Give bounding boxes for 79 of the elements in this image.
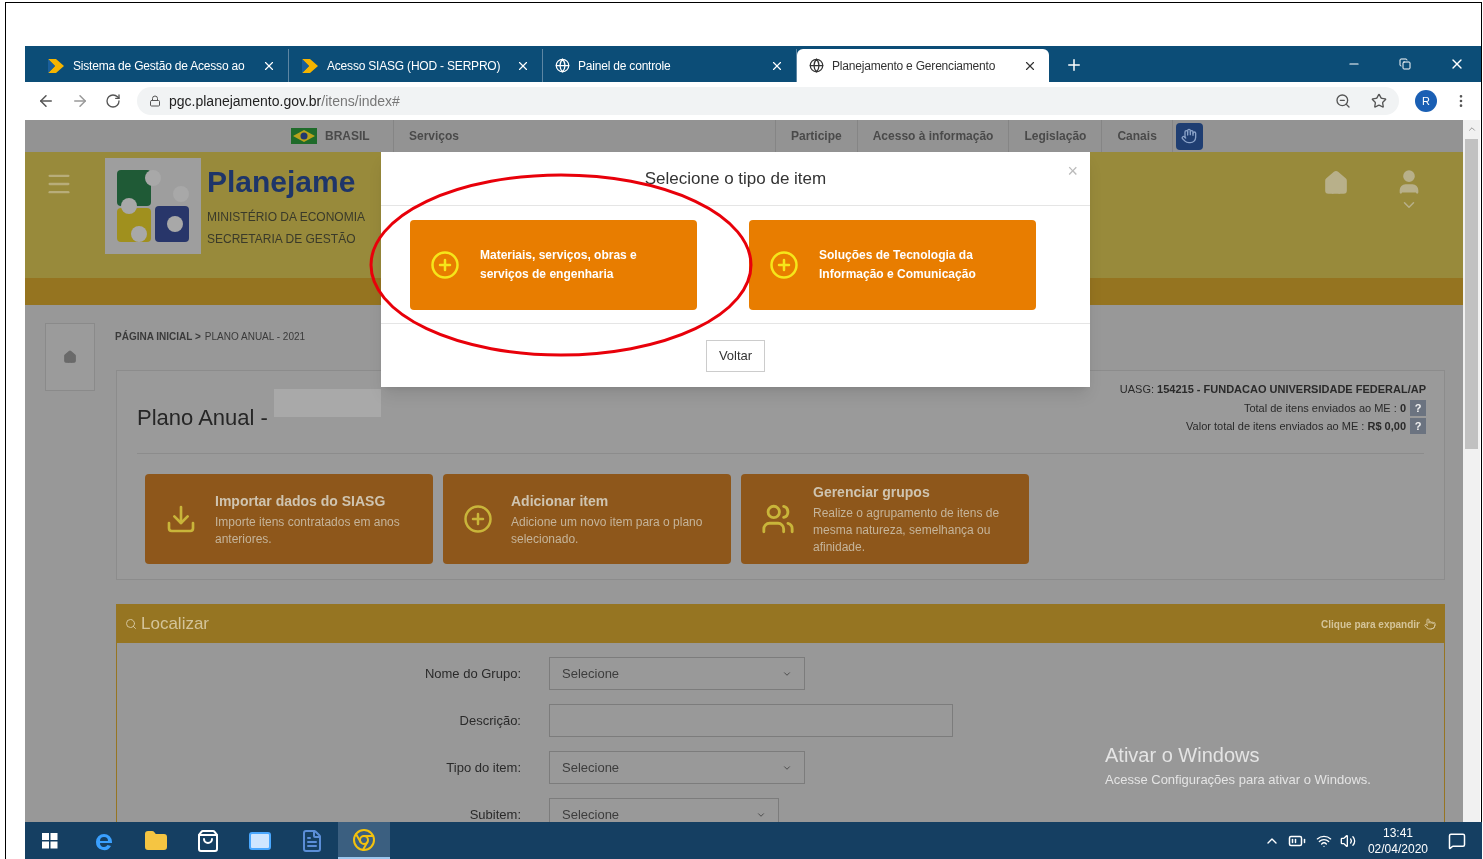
action-description: Adicione um novo item para o plano selecionado. xyxy=(511,513,704,548)
url-field[interactable]: pgc.planejamento.gov.br/itens/index# xyxy=(137,87,1399,115)
clock-date[interactable]: 02/04/2020 xyxy=(1367,840,1428,857)
field-label: Descrição: xyxy=(458,711,522,730)
search-icon xyxy=(125,618,137,630)
users-icon xyxy=(761,502,795,536)
country-label[interactable]: BRASIL xyxy=(325,127,370,145)
restore-icon[interactable] xyxy=(1399,58,1411,70)
back-icon[interactable] xyxy=(37,92,55,110)
volume-icon[interactable] xyxy=(1339,832,1356,849)
breadcrumb-item[interactable]: PÁGINA INICIAL > xyxy=(115,329,201,344)
notification-icon[interactable] xyxy=(1448,831,1466,850)
expand-hint: Clique para expandir xyxy=(1321,617,1420,632)
total-label: Total de itens enviados ao ME : 0 xyxy=(1243,400,1406,416)
clock-time[interactable]: 13:41 xyxy=(1382,824,1413,841)
tab-title: Acesso SIASG (HOD - SERPRO) xyxy=(327,57,502,75)
total-label: Valor total de itens enviados ao ME : R$ 0,00 xyxy=(1186,419,1406,434)
tab-title: Planejamento e Gerenciamento xyxy=(832,57,997,75)
plus-circle-icon xyxy=(463,504,493,534)
globe-icon xyxy=(809,58,824,73)
shopping-bag-icon[interactable] xyxy=(196,828,220,853)
field-label: Nome do Grupo: xyxy=(423,664,522,683)
close-button[interactable]: × xyxy=(1067,158,1078,185)
select-field[interactable]: Selecione xyxy=(549,657,805,690)
globe-icon xyxy=(555,58,570,73)
action-card[interactable]: Gerenciar grupos Realize o agrupamento de itens de mesma natureza, semelhança ou afinidade. xyxy=(741,474,1029,564)
star-icon[interactable] xyxy=(1371,93,1387,109)
item-type-option[interactable]: Materiais, serviços, obras e serviços de engenharia xyxy=(410,220,697,310)
ministry-label: SECRETARIA DE GESTÃO xyxy=(207,231,357,248)
scrollbar[interactable] xyxy=(1463,120,1480,822)
field-label: Subitem: xyxy=(468,805,522,822)
sign-language-icon[interactable] xyxy=(1175,122,1203,150)
field-label: Tipo do item: xyxy=(445,758,522,777)
chrome-icon[interactable] xyxy=(352,827,376,852)
zoom-out-icon[interactable] xyxy=(1335,93,1351,109)
dialog-title: Selecione o tipo de item xyxy=(644,167,827,190)
folder-icon[interactable] xyxy=(144,828,168,853)
action-title: Importar dados do SIASG xyxy=(215,491,387,511)
activation-text: Acesse Configurações para ativar o Windows. xyxy=(1105,771,1371,789)
hand-pointer-icon xyxy=(1424,618,1436,630)
activation-title: Ativar o Windows xyxy=(1105,743,1261,768)
forward-icon[interactable] xyxy=(71,92,89,110)
tab-title: Sistema de Gestão de Acesso ao xyxy=(73,57,246,75)
download-icon xyxy=(165,503,197,535)
arrow-logo-icon xyxy=(301,57,319,74)
document-icon[interactable] xyxy=(300,828,324,853)
tab-title: Painel de controle xyxy=(578,57,672,75)
new-tab-icon[interactable] xyxy=(1065,56,1083,74)
lock-icon xyxy=(149,95,161,107)
browser-tab[interactable]: Planejamento e Gerenciamento xyxy=(797,49,1049,82)
action-description: Importe itens contratados em anos anteriores. xyxy=(215,513,401,548)
action-title: Gerenciar grupos xyxy=(813,483,931,502)
search-header[interactable]: Localizar Clique para expandir xyxy=(117,605,1444,643)
plan-title: Plano Anual - xyxy=(137,404,268,432)
action-card[interactable]: Importar dados do SIASG Importe itens contratados em anos anteriores. xyxy=(145,474,433,564)
action-description: Realize o agrupamento de itens de mesma natureza, semelhança ou afinidade. xyxy=(813,505,1001,556)
action-card[interactable]: Adicionar item Adicione um novo item para o plano selecionado. xyxy=(443,474,731,564)
back-button[interactable]: Voltar xyxy=(705,339,766,372)
plus-circle-icon xyxy=(769,250,799,280)
windows-start-icon[interactable] xyxy=(42,832,58,849)
item-type-option[interactable]: Soluções de Tecnologia da Informação e Comunicação xyxy=(749,220,1036,310)
help-badge[interactable]: ? xyxy=(1410,418,1426,435)
url-text: pgc.planejamento.gov.br/itens/index# xyxy=(169,91,400,111)
uasg-label: UASG: 154215 - FUNDACAO UNIVERSIDADE FEDERAL/AP xyxy=(1119,382,1426,397)
brand-title: Planejame xyxy=(207,164,357,200)
input-field[interactable] xyxy=(549,704,953,737)
breadcrumb-item: PLANO ANUAL - 2021 xyxy=(204,330,306,344)
ministry-label: MINISTÉRIO DA ECONOMIA xyxy=(207,208,365,226)
reload-icon[interactable] xyxy=(105,93,121,109)
select-field[interactable]: Selecione xyxy=(549,751,805,784)
arrow-logo-icon xyxy=(47,57,65,74)
flag-icon xyxy=(291,128,317,144)
action-title: Adicionar item xyxy=(511,491,610,511)
help-badge[interactable]: ? xyxy=(1410,399,1426,416)
home-icon xyxy=(63,350,77,364)
plus-circle-icon xyxy=(430,250,460,280)
search-title: Localizar xyxy=(141,613,210,636)
select-field[interactable]: Selecione xyxy=(549,798,779,822)
profile-avatar[interactable]: R xyxy=(1415,90,1437,112)
